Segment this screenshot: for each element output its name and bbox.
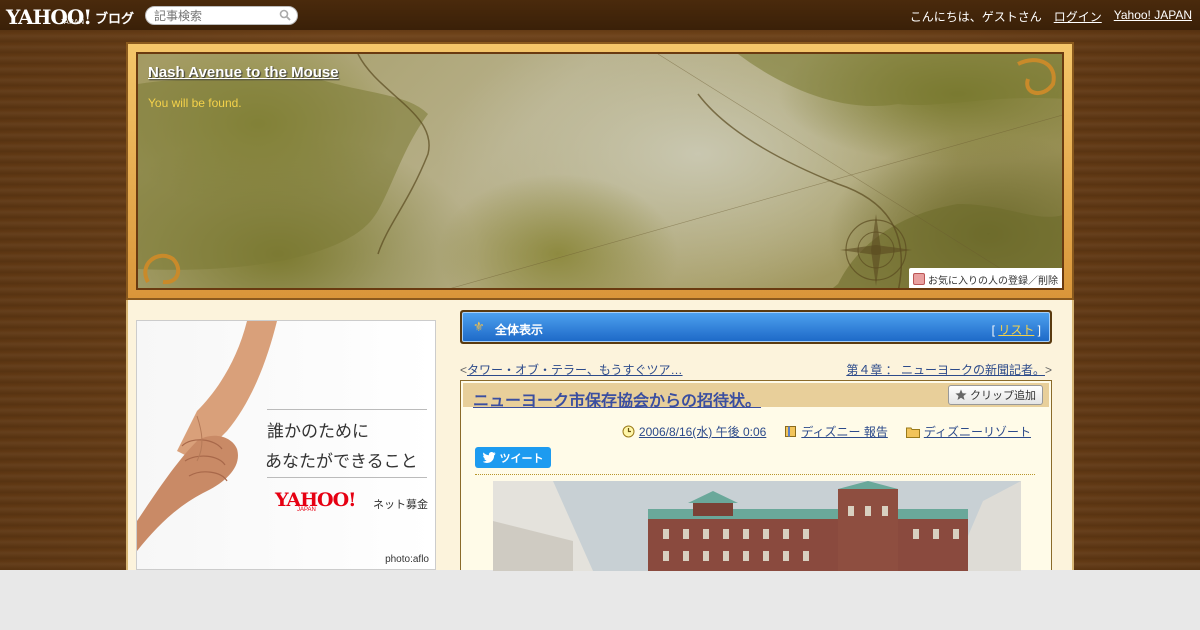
clip-add-button[interactable]: クリップ追加 — [948, 385, 1043, 405]
top-right-nav: こんにちは、ゲストさん ログイン Yahoo! JAPAN — [910, 8, 1192, 25]
dotted-divider — [475, 474, 1035, 475]
main-content: 誰かのために あなたができること YAHOO! JAPAN ネット募金 phot… — [126, 300, 1074, 571]
yahoo-japan-link[interactable]: Yahoo! JAPAN — [1114, 8, 1192, 25]
favorite-icon — [913, 273, 925, 285]
tower-of-terror-photo-icon — [493, 481, 1021, 571]
prev-article: <タワー・オブ・テラー、もうすぐツア… — [460, 361, 683, 378]
bottom-area — [0, 570, 1200, 630]
book-icon — [785, 426, 797, 437]
prev-marker: < — [460, 363, 468, 377]
article-folder-link[interactable]: ディズニーリゾート — [924, 423, 1031, 440]
next-article-link[interactable]: 第４章 ： ニューヨークの新聞記者。 — [846, 363, 1045, 377]
search-box — [145, 6, 298, 25]
charity-ad-banner[interactable]: 誰かのために あなたができること YAHOO! JAPAN ネット募金 phot… — [136, 320, 436, 570]
blog-subtitle: You will be found. — [148, 96, 242, 110]
holding-hands-icon — [137, 321, 277, 551]
clock-icon — [622, 425, 635, 438]
prev-next-nav: <タワー・オブ・テラー、もうすぐツア… 第４章 ： ニューヨークの新聞記者。> — [460, 361, 1052, 377]
folder-icon — [905, 427, 920, 438]
article-date-link[interactable]: 2006/8/16(水) 午後 0:06 — [639, 423, 766, 440]
header-map-image: Nash Avenue to the Mouse You will be fou… — [136, 52, 1064, 290]
article-date: 2006/8/16(水) 午後 0:06 — [622, 423, 766, 440]
prev-article-link[interactable]: タワー・オブ・テラー、もうすぐツア… — [467, 363, 683, 377]
blog-logo-text: ブログ — [95, 11, 135, 26]
search-icon[interactable] — [279, 9, 291, 21]
article-folder: ディズニーリゾート — [905, 423, 1031, 440]
article-photo[interactable] — [493, 481, 1021, 571]
ad-photo-credit: photo:aflo — [385, 554, 429, 565]
list-link[interactable]: リスト — [998, 323, 1034, 337]
ad-service-text: ネット募金 — [373, 499, 428, 511]
article-category: ディズニー 報告 — [784, 423, 888, 440]
star-icon — [955, 389, 967, 400]
top-bar: YAHOO! JAPAN ブログ こんにちは、ゲストさん ログイン Yahoo!… — [0, 0, 1200, 30]
article-title-link[interactable]: ニューヨーク市保存協会からの招待状。 — [473, 387, 761, 411]
list-link-group: [ リスト ] — [992, 321, 1041, 338]
login-link[interactable]: ログイン — [1054, 8, 1102, 25]
ad-rule-top — [267, 409, 427, 410]
next-article: 第４章 ： ニューヨークの新聞記者。> — [846, 361, 1052, 378]
tweet-label: ツイート — [499, 452, 544, 465]
search-input[interactable] — [154, 9, 274, 23]
favorite-label: お気に入りの人の登録／削除 — [928, 275, 1058, 287]
article: ニューヨーク市保存協会からの招待状。 クリップ追加 2006/8/16(水) 午… — [460, 380, 1052, 571]
fleur-de-lis-icon: ⚜ — [473, 319, 485, 334]
article-meta: 2006/8/16(水) 午後 0:06 ディズニー 報告 ディズニーリゾート — [622, 423, 1031, 440]
article-header: ニューヨーク市保存協会からの招待状。 クリップ追加 — [463, 383, 1049, 410]
tweet-button[interactable]: ツイート — [475, 447, 551, 468]
ad-line1: 誰かのために — [267, 422, 369, 442]
ad-rule-bottom — [267, 477, 427, 478]
all-display-title[interactable]: 全体表示 — [495, 321, 543, 338]
blog-header: Nash Avenue to the Mouse You will be fou… — [126, 42, 1074, 300]
ad-line2: あなたができること — [265, 452, 418, 472]
blog-title-link[interactable]: Nash Avenue to the Mouse — [148, 64, 339, 81]
yahoo-blog-logo[interactable]: YAHOO! JAPAN ブログ — [6, 2, 134, 28]
ad-yahoo-sub: JAPAN — [297, 507, 316, 513]
list-bracket-close: ] — [1034, 323, 1041, 337]
twitter-bird-icon — [482, 452, 495, 463]
article-category-link[interactable]: ディズニー 報告 — [801, 423, 888, 440]
next-marker: > — [1044, 363, 1052, 377]
favorite-register-button[interactable]: お気に入りの人の登録／削除 — [909, 268, 1062, 288]
greeting-text: こんにちは、ゲストさん — [909, 10, 1042, 24]
yahoo-logo-sub: JAPAN — [60, 19, 85, 26]
all-display-bar: ⚜ 全体表示 [ リスト ] — [460, 310, 1052, 344]
clip-add-label: クリップ追加 — [970, 390, 1036, 402]
map-decoration-icon — [138, 54, 1062, 288]
